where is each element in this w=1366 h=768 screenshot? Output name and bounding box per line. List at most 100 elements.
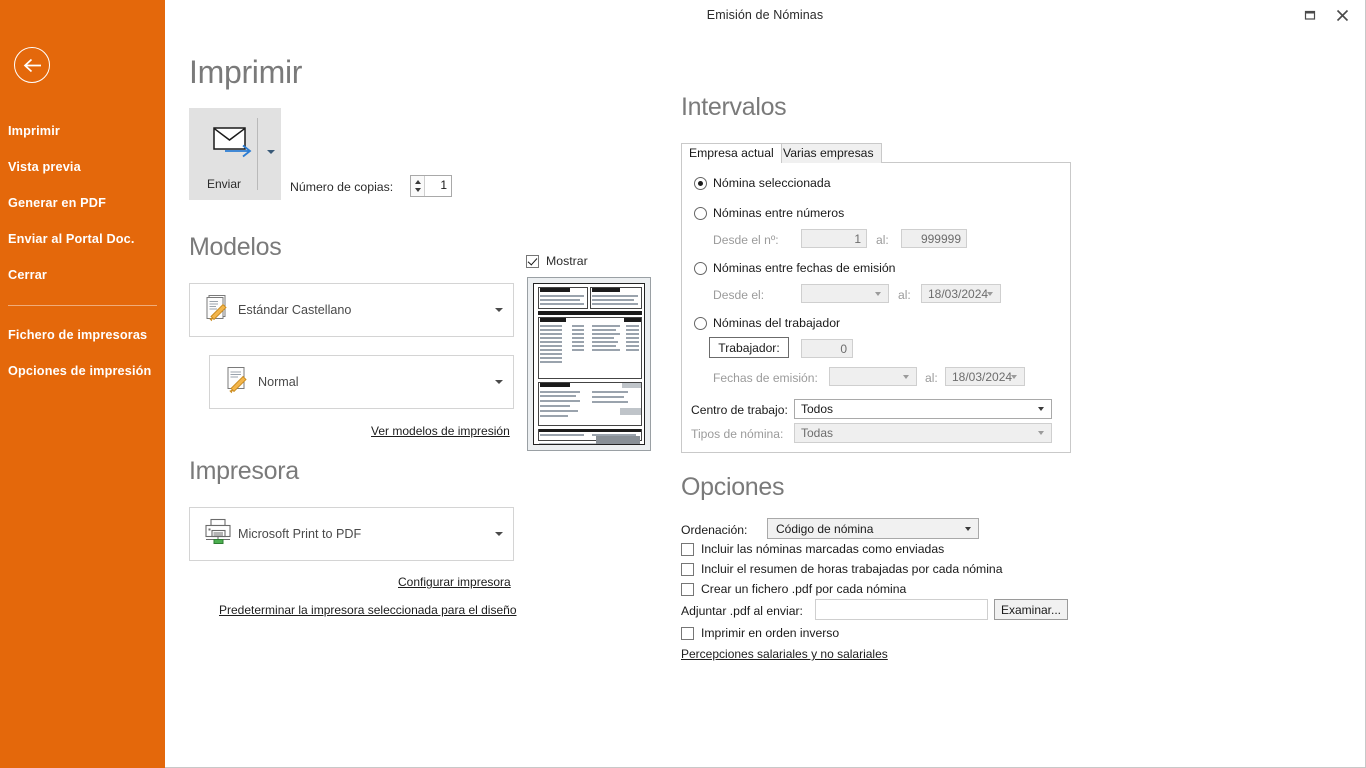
document-preview-thumbnail[interactable] — [527, 277, 651, 451]
dates-to-dropdown[interactable]: 18/03/2024 — [921, 284, 1001, 303]
checkbox-orden-inverso[interactable]: Imprimir en orden inverso — [681, 626, 839, 640]
order-label: Ordenación: — [681, 523, 748, 537]
stepper-up-icon[interactable] — [414, 180, 421, 184]
page-title: Imprimir — [189, 54, 303, 90]
radio-nominas-entre-fechas[interactable] — [694, 262, 707, 275]
checkbox-incluir-horas[interactable]: Incluir el resumen de horas trabajadas p… — [681, 562, 1002, 576]
perceptions-link[interactable]: Percepciones salariales y no salariales — [681, 647, 888, 661]
order-dropdown[interactable]: Código de nómina — [767, 518, 979, 539]
chevron-down-icon[interactable] — [267, 150, 275, 154]
send-button-label: Enviar — [206, 177, 241, 191]
checkbox-incluir-enviadas[interactable]: Incluir las nóminas marcadas como enviad… — [681, 542, 944, 556]
rail-item-generar-pdf[interactable]: Generar en PDF — [8, 196, 106, 210]
worker-dates-to-value: 18/03/2024 — [952, 369, 1013, 384]
radio-nominas-entre-numeros-label: Nóminas entre números — [713, 206, 845, 220]
checkbox-fichero-pdf[interactable]: Crear un fichero .pdf por cada nómina — [681, 582, 906, 596]
envelope-send-icon — [213, 126, 255, 165]
worker-dates-label: Fechas de emisión: — [713, 371, 818, 385]
worker-picker-button[interactable]: Trabajador: — [709, 337, 789, 358]
send-button-separator — [257, 118, 258, 190]
close-icon — [1336, 9, 1348, 21]
workcenter-dropdown[interactable]: Todos — [794, 399, 1052, 419]
order-value: Código de nómina — [776, 521, 874, 536]
payrolltypes-dropdown[interactable]: Todas — [794, 423, 1052, 443]
numbers-to-label: al: — [876, 233, 889, 247]
checkbox-orden-inverso-box[interactable] — [681, 626, 694, 640]
radio-nominas-entre-numeros[interactable] — [694, 207, 707, 220]
chevron-down-icon[interactable] — [495, 380, 503, 384]
copies-stepper[interactable]: 1 — [410, 175, 452, 197]
document-template-icon — [224, 366, 252, 399]
rail-item-imprimir[interactable]: Imprimir — [8, 124, 60, 138]
stepper-down-icon[interactable] — [414, 188, 421, 192]
configure-printer-link[interactable]: Configurar impresora — [398, 575, 511, 589]
variant-combo[interactable]: Normal — [209, 355, 514, 409]
rail-item-vista-previa[interactable]: Vista previa — [8, 160, 81, 174]
model-combo[interactable]: Estándar Castellano — [189, 283, 514, 337]
radio-nomina-seleccionada[interactable] — [694, 177, 707, 190]
checkbox-incluir-horas-label: Incluir el resumen de horas trabajadas p… — [701, 562, 1003, 576]
rail-item-opciones-impresion[interactable]: Opciones de impresión — [8, 364, 151, 378]
printer-icon — [204, 518, 234, 551]
view-print-models-link[interactable]: Ver modelos de impresión — [371, 424, 510, 438]
document-template-icon — [204, 294, 232, 327]
worker-dates-to-label: al: — [925, 371, 938, 385]
worker-picker-label: Trabajador: — [718, 340, 780, 355]
rail-divider — [8, 305, 157, 306]
tab-varias-empresas[interactable]: Varias empresas — [775, 143, 882, 163]
checkbox-fichero-pdf-box[interactable] — [681, 582, 694, 596]
numbers-to-value: 999999 — [920, 231, 961, 246]
set-default-printer-link[interactable]: Predeterminar la impresora seleccionada … — [219, 603, 517, 617]
browse-button-label: Examinar... — [1000, 602, 1062, 617]
chevron-down-icon[interactable] — [1038, 431, 1044, 435]
numbers-to-input[interactable]: 999999 — [901, 229, 967, 248]
chevron-down-icon[interactable] — [1011, 374, 1017, 379]
rail-item-enviar-portal-doc[interactable]: Enviar al Portal Doc. — [8, 232, 135, 246]
radio-nominas-entre-fechas-label: Nóminas entre fechas de emisión — [713, 261, 896, 275]
copies-stepper-buttons[interactable] — [411, 176, 425, 196]
tab-empresa-actual-label: Empresa actual — [689, 146, 774, 160]
tab-empresa-actual[interactable]: Empresa actual — [681, 143, 782, 163]
backstage-rail: Imprimir Vista previa Generar en PDF Env… — [0, 0, 165, 768]
radio-nomina-seleccionada-label: Nómina seleccionada — [713, 176, 831, 190]
numbers-from-label: Desde el nº: — [713, 233, 779, 247]
window-title: Emisión de Nóminas — [706, 8, 824, 22]
worker-dates-to-dropdown[interactable]: 18/03/2024 — [945, 367, 1025, 386]
send-button[interactable]: Enviar — [189, 108, 281, 200]
rail-item-fichero-impresoras[interactable]: Fichero de impresoras — [8, 328, 147, 342]
chevron-down-icon[interactable] — [1038, 407, 1044, 411]
numbers-from-input[interactable]: 1 — [801, 229, 867, 248]
workcenter-label: Centro de trabajo: — [691, 403, 788, 417]
browse-button[interactable]: Examinar... — [994, 599, 1068, 620]
chevron-down-icon[interactable] — [875, 291, 881, 296]
chevron-down-icon[interactable] — [987, 291, 993, 296]
chevron-down-icon[interactable] — [903, 374, 909, 379]
restore-button[interactable] — [1295, 0, 1325, 30]
dates-from-dropdown[interactable] — [801, 284, 889, 303]
workcenter-value: Todos — [801, 402, 834, 416]
worker-number-input[interactable]: 0 — [801, 339, 853, 358]
rail-item-cerrar[interactable]: Cerrar — [8, 268, 47, 282]
intervals-panel: Nómina seleccionada Nóminas entre número… — [681, 162, 1071, 453]
checkbox-fichero-pdf-label: Crear un fichero .pdf por cada nómina — [701, 582, 907, 596]
show-preview-toggle[interactable]: Mostrar — [526, 254, 588, 268]
show-preview-checkbox[interactable] — [526, 254, 539, 268]
attach-label: Adjuntar .pdf al enviar: — [681, 604, 803, 618]
checkbox-incluir-horas-box[interactable] — [681, 562, 694, 576]
print-backstage-window: Emisión de Nóminas Imprimir Vista previa… — [0, 0, 1366, 768]
tab-varias-empresas-label: Varias empresas — [783, 146, 874, 160]
back-button[interactable] — [14, 47, 50, 83]
intervals-heading: Intervalos — [681, 93, 787, 121]
dates-to-value: 18/03/2024 — [928, 286, 989, 301]
chevron-down-icon[interactable] — [495, 308, 503, 312]
close-button[interactable] — [1327, 0, 1357, 30]
chevron-down-icon[interactable] — [495, 532, 503, 536]
printer-heading: Impresora — [189, 457, 299, 485]
checkbox-incluir-enviadas-label: Incluir las nóminas marcadas como enviad… — [701, 542, 945, 556]
printer-combo[interactable]: Microsoft Print to PDF — [189, 507, 514, 561]
radio-nominas-trabajador[interactable] — [694, 317, 707, 330]
attach-path-input[interactable] — [815, 599, 988, 620]
chevron-down-icon[interactable] — [965, 526, 971, 531]
checkbox-incluir-enviadas-box[interactable] — [681, 542, 694, 556]
worker-dates-from-dropdown[interactable] — [829, 367, 917, 386]
